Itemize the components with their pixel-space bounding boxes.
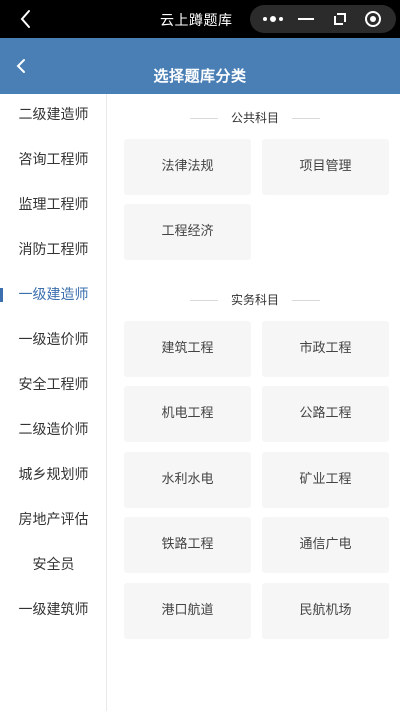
sidebar-item-消防工程师[interactable]: 消防工程师 [0, 235, 107, 265]
category-sidebar: 二级建造师 咨询工程师 监理工程师 消防工程师 一级建造师 一级造价师 安全工程… [0, 94, 107, 711]
page-header: 选择题库分类 [0, 38, 400, 94]
sidebar-item-安全工程师[interactable]: 安全工程师 [0, 370, 107, 400]
subject-card[interactable]: 水利水电 [124, 452, 251, 508]
sidebar-item-房地产评估[interactable]: 房地产评估 [0, 505, 107, 535]
divider [190, 118, 218, 119]
divider [190, 300, 218, 301]
back-chevron-icon[interactable] [14, 7, 38, 31]
switch-icon[interactable] [326, 7, 354, 31]
subject-card[interactable]: 机电工程 [124, 386, 251, 442]
record-icon[interactable] [359, 7, 387, 31]
subject-card[interactable]: 矿业工程 [262, 452, 389, 508]
divider [292, 118, 320, 119]
sidebar-item-安全员[interactable]: 安全员 [0, 550, 107, 580]
capsule-menu [250, 5, 396, 33]
section-title-practice: 实务科目 [190, 291, 320, 309]
sidebar-item-咨询工程师[interactable]: 咨询工程师 [0, 145, 107, 175]
sidebar-item-二级建造师[interactable]: 二级建造师 [0, 100, 107, 130]
minimize-icon[interactable] [292, 7, 320, 31]
sidebar-item-一级建造师[interactable]: 一级建造师 [0, 280, 107, 310]
subject-card[interactable]: 工程经济 [124, 204, 251, 260]
sidebar-item-城乡规划师[interactable]: 城乡规划师 [0, 460, 107, 490]
app-title: 云上蹲题库 [160, 13, 233, 29]
section-title-public: 公共科目 [190, 109, 320, 127]
subject-card[interactable]: 铁路工程 [124, 517, 251, 573]
subject-card[interactable]: 公路工程 [262, 386, 389, 442]
sidebar-item-一级造价师[interactable]: 一级造价师 [0, 325, 107, 355]
subject-card[interactable]: 通信广电 [262, 517, 389, 573]
subject-card[interactable]: 市政工程 [262, 321, 389, 377]
active-indicator [0, 288, 3, 302]
subject-card[interactable]: 民航机场 [262, 583, 389, 639]
subject-card[interactable]: 项目管理 [262, 139, 389, 195]
divider [292, 300, 320, 301]
subject-card[interactable]: 港口航道 [124, 583, 251, 639]
subject-card[interactable]: 法律法规 [124, 139, 251, 195]
subject-card[interactable]: 建筑工程 [124, 321, 251, 377]
page-title: 选择题库分类 [153, 67, 247, 85]
sidebar-item-一级建筑师[interactable]: 一级建筑师 [0, 595, 107, 625]
sidebar-item-二级造价师[interactable]: 二级造价师 [0, 415, 107, 445]
more-icon[interactable] [259, 7, 287, 31]
sidebar-item-监理工程师[interactable]: 监理工程师 [0, 190, 107, 220]
system-title-bar: 云上蹲题库 [0, 0, 400, 38]
